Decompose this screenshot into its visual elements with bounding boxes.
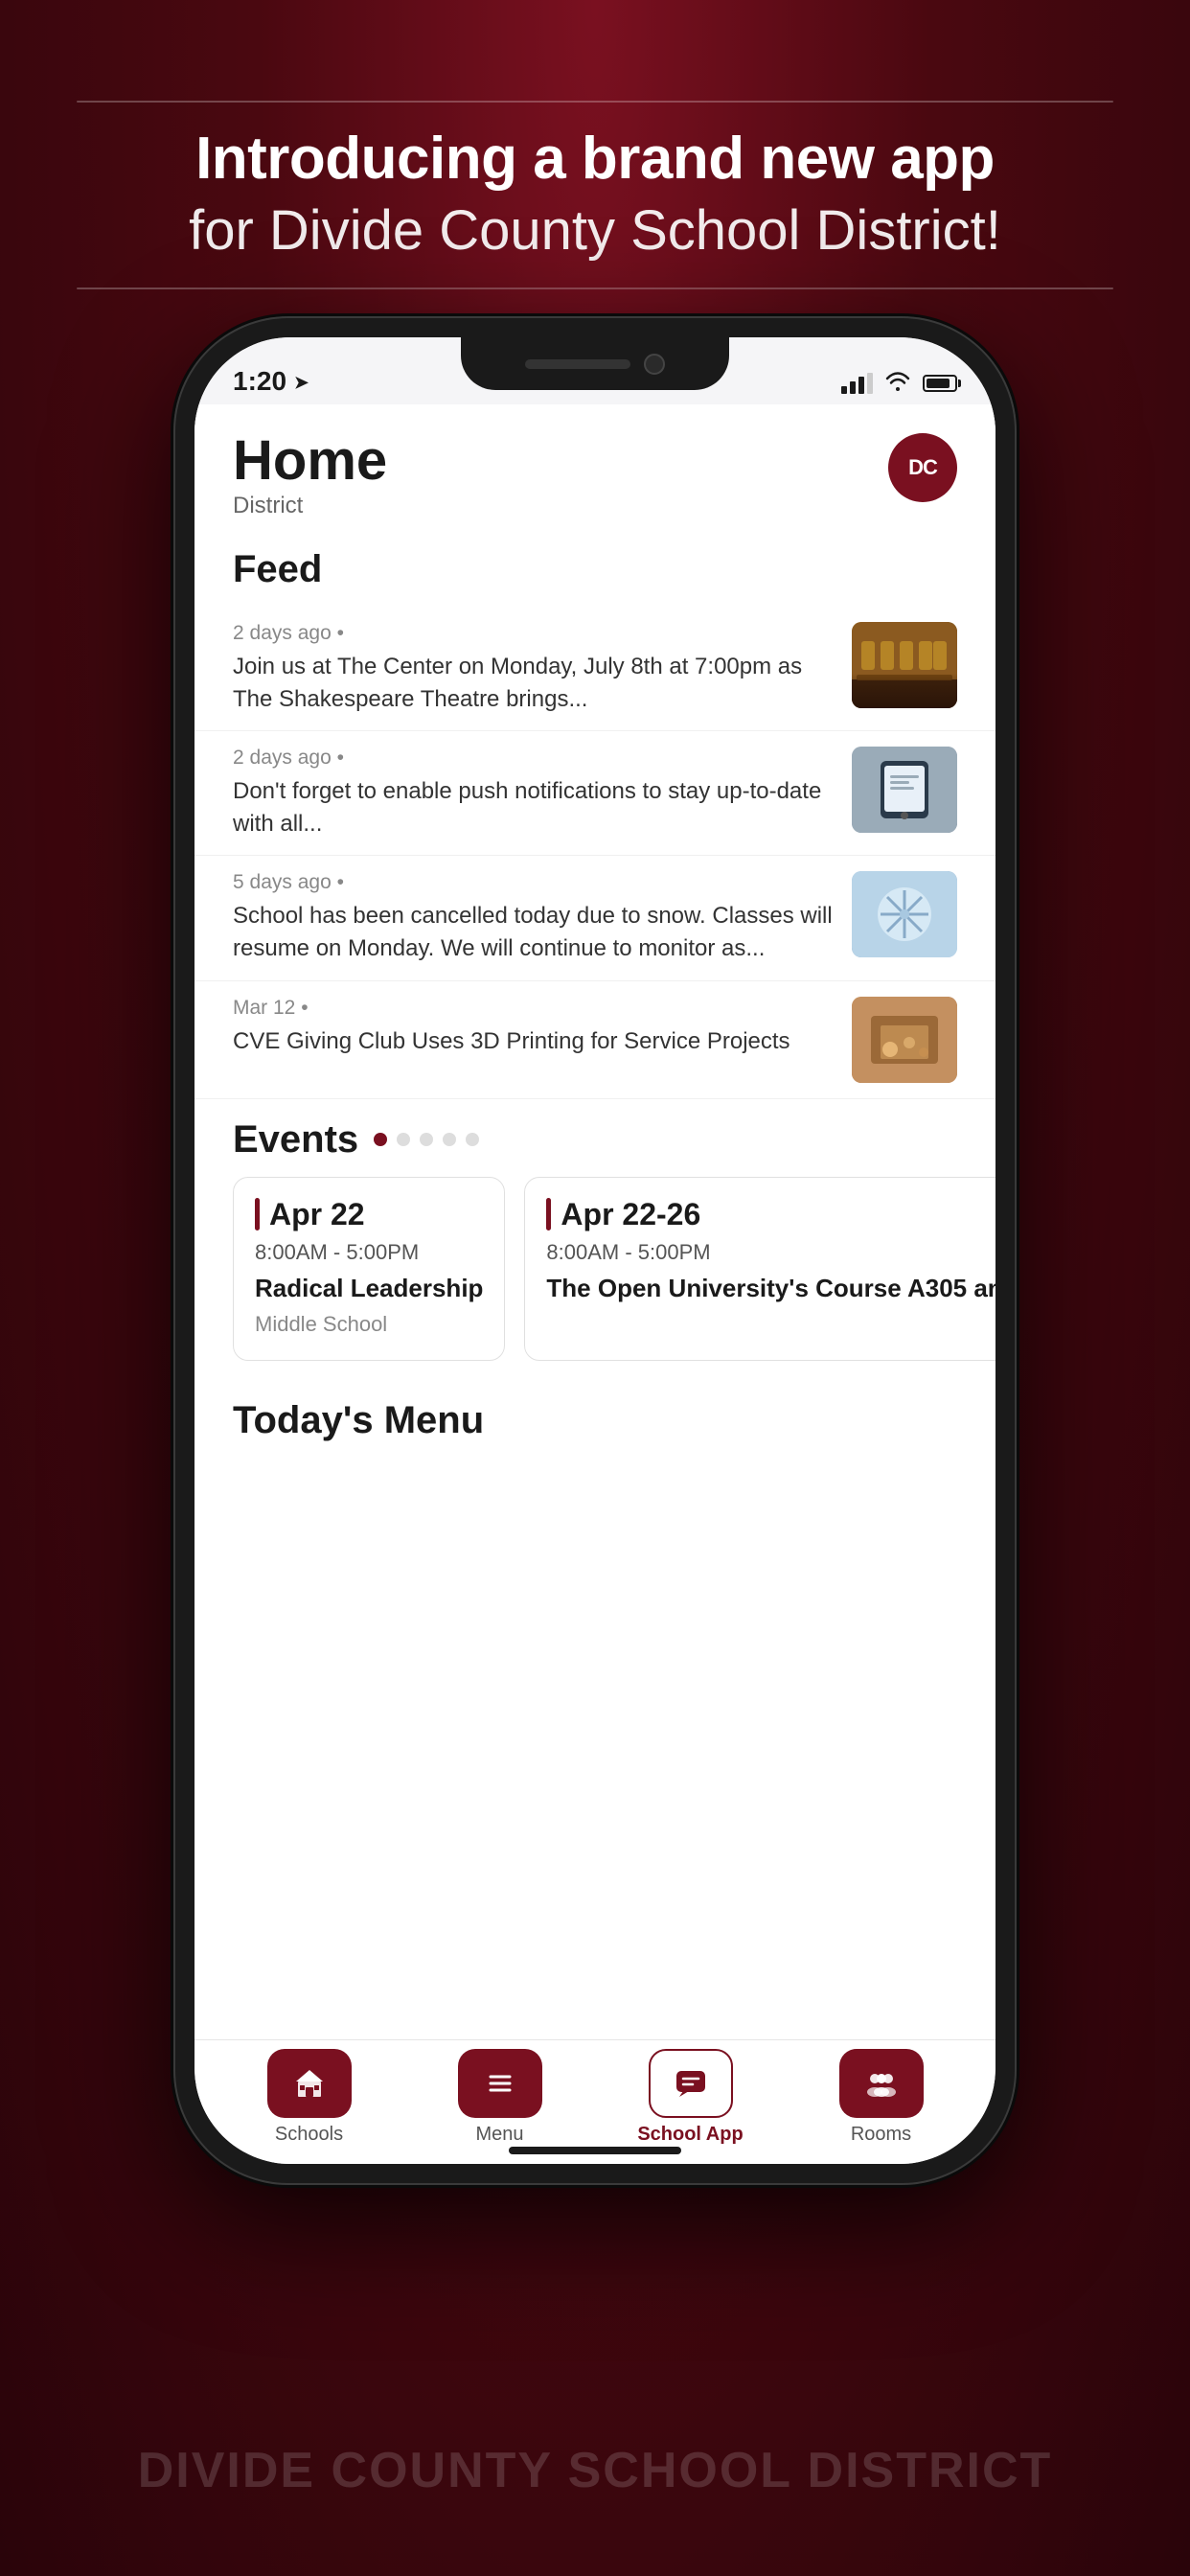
phone-mockup: 1:20 ➤ <box>173 316 1017 2185</box>
tab-bar: Schools Menu <box>195 2039 995 2164</box>
feed-image-4 <box>852 997 957 1083</box>
event-location-1: Middle School <box>255 1312 483 1337</box>
bottom-decorative-line <box>77 288 1113 289</box>
feed-item[interactable]: 2 days ago • Don't forget to enable push… <box>195 731 995 856</box>
app-content: Home District DC Feed 2 days ago • Join … <box>195 404 995 2039</box>
event-name-1: Radical Leadership <box>255 1273 483 1305</box>
header-title-normal: for Divide County School District! <box>77 197 1113 264</box>
event-date-2: Apr 22-26 <box>561 1197 700 1232</box>
wifi-icon <box>884 370 911 397</box>
signal-icon <box>841 373 873 394</box>
speaker <box>525 359 630 369</box>
feed-section-title: Feed <box>195 539 995 607</box>
app-screen-subtitle: District <box>233 493 387 519</box>
events-header: Events <box>195 1099 995 1177</box>
tab-menu-label: Menu <box>475 2124 523 2146</box>
tab-menu[interactable]: Menu <box>404 2049 595 2146</box>
phone-screen: 1:20 ➤ <box>195 337 995 2164</box>
home-indicator <box>509 2147 681 2154</box>
event-name-2: The Open University's Course A305 and th… <box>546 1273 995 1305</box>
app-screen-title: Home <box>233 433 387 489</box>
feed-image-3 <box>852 871 957 957</box>
feed-image-2 <box>852 747 957 833</box>
tab-school-app-label: School App <box>637 2124 743 2146</box>
feed-desc-1: Join us at The Center on Monday, July 8t… <box>233 651 833 715</box>
header-section: Introducing a brand new app for Divide C… <box>0 125 1190 264</box>
dot-inactive <box>397 1133 410 1146</box>
feed-image-1 <box>852 622 957 708</box>
event-date-1: Apr 22 <box>269 1197 365 1232</box>
bottom-text: DIVIDE COUNTY SCHOOL DISTRICT <box>0 2442 1190 2499</box>
tab-rooms[interactable]: Rooms <box>786 2049 976 2146</box>
event-time-2: 8:00AM - 5:00PM <box>546 1240 995 1265</box>
status-time: 1:20 ➤ <box>233 366 309 397</box>
feed-meta-3: 5 days ago • <box>233 871 833 894</box>
feed-item[interactable]: Mar 12 • CVE Giving Club Uses 3D Printin… <box>195 981 995 1099</box>
tab-school-app[interactable]: School App <box>595 2049 786 2146</box>
feed-desc-3: School has been cancelled today due to s… <box>233 900 833 964</box>
dot-inactive <box>420 1133 433 1146</box>
feed-meta-4: Mar 12 • <box>233 997 833 1020</box>
tab-rooms-label: Rooms <box>851 2124 911 2146</box>
front-camera <box>644 354 665 375</box>
location-arrow-icon: ➤ <box>294 373 309 393</box>
feed-desc-4: CVE Giving Club Uses 3D Printing for Ser… <box>233 1025 833 1058</box>
event-time-1: 8:00AM - 5:00PM <box>255 1240 483 1265</box>
menu-section: Today's Menu <box>195 1380 995 1452</box>
feed-desc-2: Don't forget to enable push notification… <box>233 775 833 840</box>
event-card-2[interactable]: Apr 22-26 8:00AM - 5:00PM The Open Unive… <box>524 1177 995 1362</box>
phone-notch <box>461 337 729 390</box>
feed-item[interactable]: 2 days ago • Join us at The Center on Mo… <box>195 607 995 731</box>
feed-item[interactable]: 5 days ago • School has been cancelled t… <box>195 856 995 980</box>
events-pagination-dots <box>374 1133 479 1146</box>
events-scroll-area: Apr 22 8:00AM - 5:00PM Radical Leadershi… <box>195 1177 995 1381</box>
app-header: Home District DC <box>195 404 995 539</box>
dot-inactive <box>443 1133 456 1146</box>
dot-inactive <box>466 1133 479 1146</box>
district-logo[interactable]: DC <box>888 433 957 502</box>
menu-icon <box>483 2066 517 2101</box>
battery-icon <box>923 375 957 392</box>
tab-schools[interactable]: Schools <box>214 2049 404 2146</box>
event-card-1[interactable]: Apr 22 8:00AM - 5:00PM Radical Leadershi… <box>233 1177 505 1362</box>
feed-meta-2: 2 days ago • <box>233 747 833 770</box>
phone-shell: 1:20 ➤ <box>173 316 1017 2185</box>
rooms-icon <box>864 2066 899 2101</box>
bottom-district-text: DIVIDE COUNTY SCHOOL DISTRICT <box>0 2442 1190 2499</box>
dot-active <box>374 1133 387 1146</box>
events-section-title: Events <box>233 1118 358 1162</box>
menu-section-title: Today's Menu <box>233 1399 957 1442</box>
top-decorative-line <box>77 101 1113 103</box>
status-icons <box>841 370 957 397</box>
header-title-bold: Introducing a brand new app <box>77 125 1113 193</box>
chat-icon <box>674 2066 708 2101</box>
feed-meta-1: 2 days ago • <box>233 622 833 645</box>
school-icon <box>292 2066 327 2101</box>
tab-schools-label: Schools <box>275 2124 343 2146</box>
